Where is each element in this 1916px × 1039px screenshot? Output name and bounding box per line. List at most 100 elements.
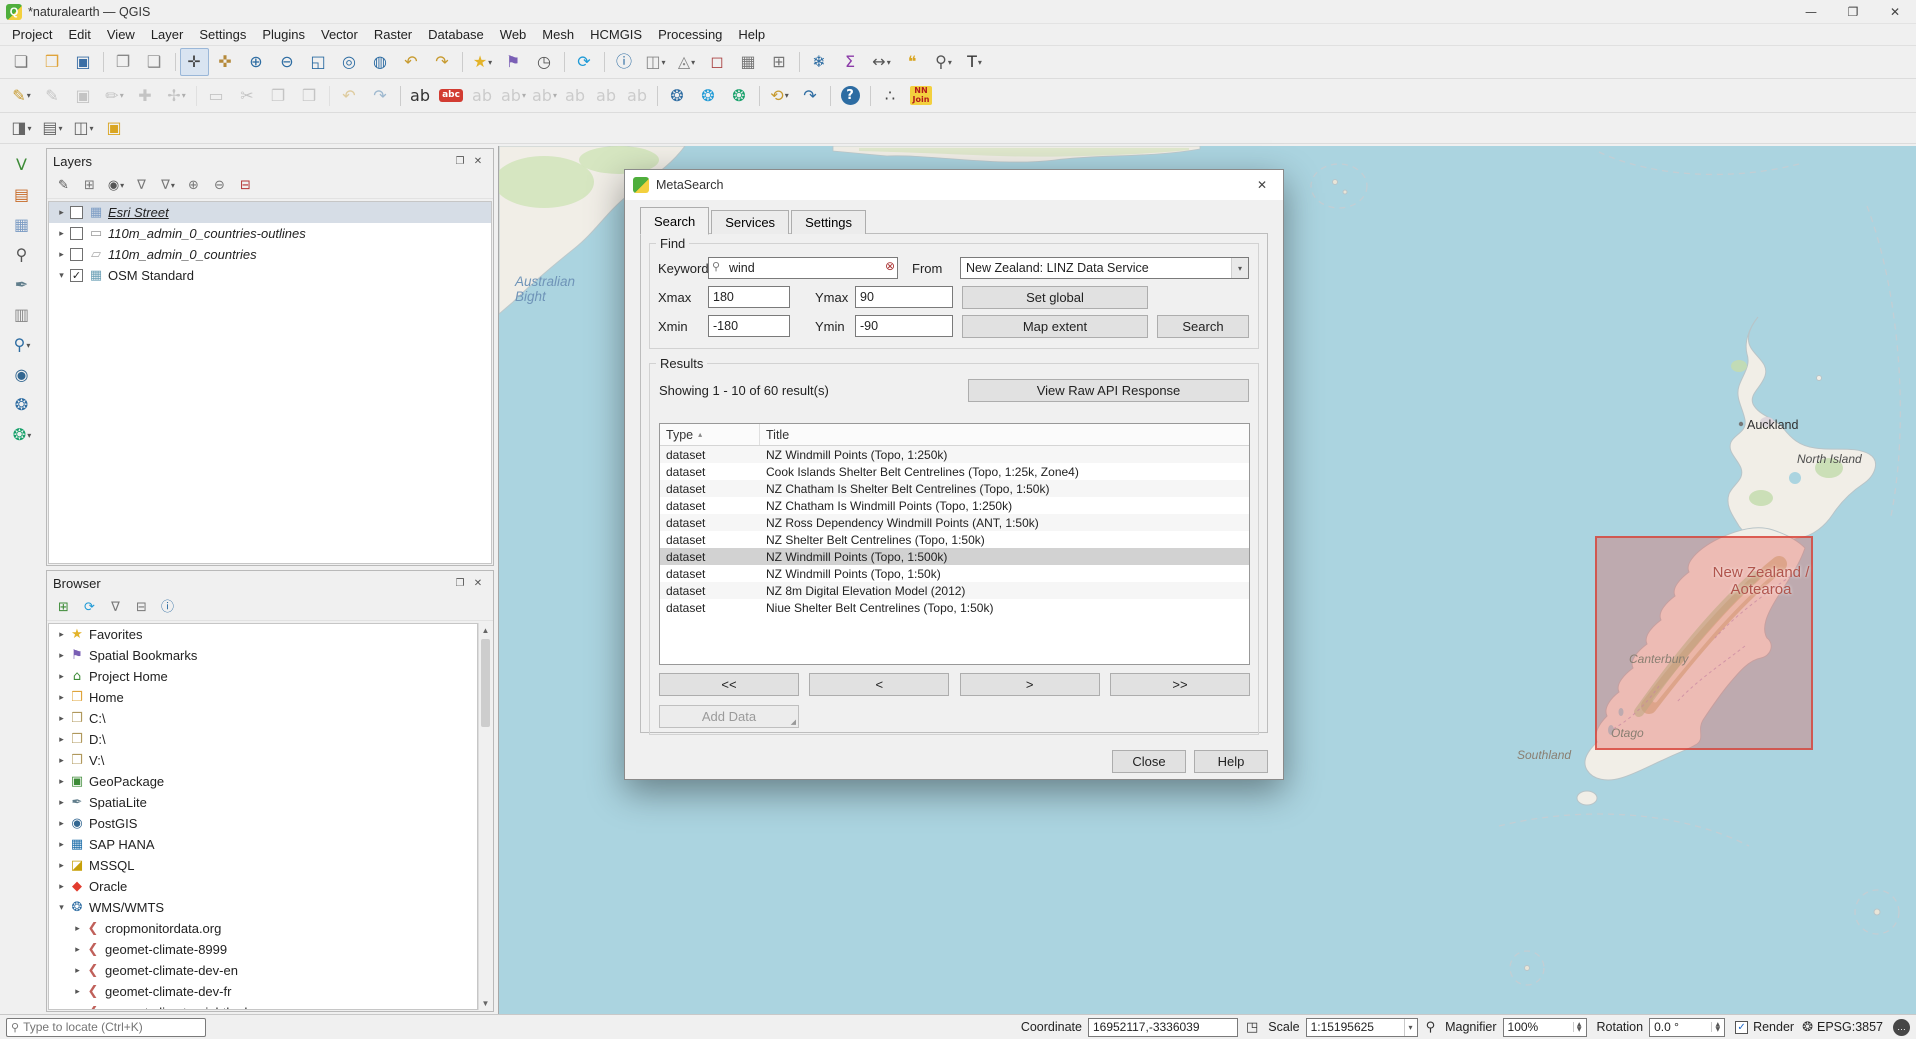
tab-settings[interactable]: Settings <box>791 210 866 234</box>
layer-labeling-options-button[interactable]: abc <box>437 82 466 110</box>
remove-layer-button[interactable]: ⊟ <box>234 175 258 197</box>
column-header-title[interactable]: Title <box>760 428 789 442</box>
add-group-button[interactable]: ⊞ <box>78 175 102 197</box>
open-attribute-table-button[interactable]: ▦ <box>734 48 763 76</box>
browser-item-drive-v[interactable]: ▸ ❒ V:\ <box>49 750 477 771</box>
expander-icon[interactable]: ▸ <box>55 208 68 218</box>
browser-item-geomet-climate-nightly-dev[interactable]: ▸ ❮ geomet-climate-nightly-dev <box>49 1002 477 1010</box>
pan-map-button[interactable]: ✛ <box>180 48 209 76</box>
zoom-next-button[interactable]: ↷ <box>428 48 457 76</box>
menu-database[interactable]: Database <box>420 24 492 45</box>
paste-features-button[interactable]: ❒ <box>295 82 324 110</box>
scroll-up-icon[interactable]: ▲ <box>479 623 492 637</box>
current-edits-button[interactable]: ✎▾ <box>7 82 36 110</box>
expander-icon[interactable]: ▸ <box>55 861 68 871</box>
expander-icon[interactable]: ▸ <box>55 693 68 703</box>
filter-browser-button[interactable]: ∇ <box>104 597 128 619</box>
layer-labeling-button[interactable]: ab <box>406 82 435 110</box>
expander-icon[interactable]: ▸ <box>55 250 68 260</box>
manage-map-themes-button[interactable]: ◉▾ <box>104 175 128 197</box>
layer-visibility-checkbox[interactable] <box>70 248 83 261</box>
result-row[interactable]: dataset Niue Shelter Belt Centrelines (T… <box>660 599 1249 616</box>
expander-icon[interactable]: ▸ <box>55 651 68 661</box>
deselect-features-button[interactable]: ◻ <box>703 48 732 76</box>
pager-prev-button[interactable]: < <box>809 673 949 696</box>
expander-icon[interactable]: ▸ <box>55 819 68 829</box>
result-row[interactable]: dataset NZ Windmill Points (Topo, 1:500k… <box>660 548 1249 565</box>
browser-item-home[interactable]: ▸ ❒ Home <box>49 687 477 708</box>
pin-unpin-labels-button[interactable]: ab▾ <box>499 82 528 110</box>
add-feature-button[interactable]: ✚ <box>131 82 160 110</box>
expander-icon[interactable]: ▸ <box>71 945 84 955</box>
expander-icon[interactable]: ▸ <box>55 777 68 787</box>
move-label-button[interactable]: ab <box>561 82 590 110</box>
scroll-down-icon[interactable]: ▼ <box>479 996 492 1010</box>
plugin-refresh-button[interactable]: ⟲▾ <box>765 82 794 110</box>
digitize-options-button[interactable]: ✏▾ <box>100 82 129 110</box>
xmin-input[interactable] <box>708 315 790 337</box>
show-bookmarks-button[interactable]: ⚑ <box>499 48 528 76</box>
refresh-browser-button[interactable]: ⟳ <box>78 597 102 619</box>
show-hide-labels-button[interactable]: ab▾ <box>530 82 559 110</box>
set-global-button[interactable]: Set global <box>962 286 1148 309</box>
delete-selected-button[interactable]: ▭ <box>202 82 231 110</box>
map-tips-button[interactable]: ❝ <box>898 48 927 76</box>
result-row[interactable]: dataset NZ 8m Digital Elevation Model (2… <box>660 582 1249 599</box>
pager-first-button[interactable]: << <box>659 673 799 696</box>
zoom-full-button[interactable]: ◱ <box>304 48 333 76</box>
expand-all-button[interactable]: ⊕ <box>182 175 206 197</box>
browser-panel-float-button[interactable]: ❐ <box>451 574 469 592</box>
help-button[interactable]: ? <box>836 82 865 110</box>
search-button[interactable]: Search <box>1157 315 1249 338</box>
highlight-pinned-labels-button[interactable]: ab <box>468 82 497 110</box>
ymin-input[interactable] <box>855 315 953 337</box>
spin-down-icon[interactable]: ▼ <box>1577 1027 1582 1032</box>
identify-features-button[interactable]: ⓘ <box>610 48 639 76</box>
menu-mesh[interactable]: Mesh <box>534 24 582 45</box>
layer-visibility-checkbox[interactable] <box>70 227 83 240</box>
zoom-last-button[interactable]: ↶ <box>397 48 426 76</box>
georeferencer-button[interactable]: ⚲ <box>8 241 37 269</box>
locator-bar[interactable]: ⚲ <box>6 1018 206 1037</box>
expander-icon[interactable]: ▸ <box>71 966 84 976</box>
coordinate-input[interactable]: 16952117,-3336039 <box>1088 1018 1238 1037</box>
new-virtual-layer-button[interactable]: ▥ <box>8 301 37 329</box>
browser-panel-close-button[interactable]: ✕ <box>469 574 487 592</box>
add-postgis-layer-button[interactable]: ◉ <box>8 361 37 389</box>
layer-visibility-checkbox[interactable] <box>70 206 83 219</box>
result-row[interactable]: dataset NZ Chatham Is Shelter Belt Centr… <box>660 480 1249 497</box>
undo-button[interactable]: ↶ <box>335 82 364 110</box>
raster-toolbox-button[interactable]: ▤▾ <box>38 114 67 142</box>
keywords-input[interactable] <box>708 257 898 279</box>
result-row[interactable]: dataset NZ Chatham Is Windmill Points (T… <box>660 497 1249 514</box>
render-checkbox[interactable]: ✓ <box>1735 1021 1748 1034</box>
nn-join-button[interactable]: NN Join <box>907 82 936 110</box>
menu-settings[interactable]: Settings <box>191 24 254 45</box>
add-wms-layer-button[interactable]: ❂ <box>8 391 37 419</box>
result-row[interactable]: dataset NZ Shelter Belt Centrelines (Top… <box>660 531 1249 548</box>
browser-item-mssql[interactable]: ▸ ◪ MSSQL <box>49 855 477 876</box>
layer-item[interactable]: ▾ ▦ OSM Standard <box>49 265 491 286</box>
rotation-spinbox[interactable]: 0.0 ° ▲▼ <box>1649 1018 1725 1037</box>
result-row[interactable]: dataset NZ Ross Dependency Windmill Poin… <box>660 514 1249 531</box>
redo-button[interactable]: ↷ <box>366 82 395 110</box>
collapse-all-button[interactable]: ⊖ <box>208 175 232 197</box>
expander-icon[interactable]: ▸ <box>55 714 68 724</box>
rotate-label-button[interactable]: ab <box>592 82 621 110</box>
vector-toolbox-button[interactable]: ◨▾ <box>7 114 36 142</box>
browser-item-drive-d[interactable]: ▸ ❒ D:\ <box>49 729 477 750</box>
tab-search[interactable]: Search <box>640 207 709 235</box>
messages-icon[interactable]: … <box>1893 1019 1910 1036</box>
expander-icon[interactable]: ▸ <box>71 924 84 934</box>
browser-item-spatialite[interactable]: ▸ ✒ SpatiaLite <box>49 792 477 813</box>
toggle-extents-icon[interactable]: ◳ <box>1246 1019 1258 1035</box>
layer-item[interactable]: ▸ ▱ 110m_admin_0_countries <box>49 244 491 265</box>
cut-features-button[interactable]: ✂ <box>233 82 262 110</box>
layers-panel-float-button[interactable]: ❐ <box>451 152 469 170</box>
dialog-close-button[interactable]: ✕ <box>1241 170 1283 200</box>
layers-panel-close-button[interactable]: ✕ <box>469 152 487 170</box>
filter-by-expression-button[interactable]: ∇▾ <box>156 175 180 197</box>
result-row[interactable]: dataset NZ Windmill Points (Topo, 1:50k) <box>660 565 1249 582</box>
browser-item-spatial-bookmarks[interactable]: ▸ ⚑ Spatial Bookmarks <box>49 645 477 666</box>
zoom-to-layer-button[interactable]: ◍ <box>366 48 395 76</box>
